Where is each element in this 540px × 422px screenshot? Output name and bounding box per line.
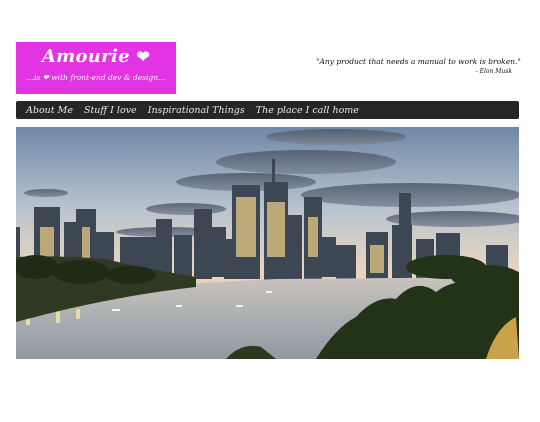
nav-item-place-i-call-home[interactable]: The place I call home	[256, 105, 359, 116]
quote-author: - Elon Musk	[475, 68, 512, 75]
site-logo[interactable]: Amourie ❤ ...is ❤ with front-end dev & d…	[16, 42, 176, 94]
quote-text: "Any product that needs a manual to work…	[316, 57, 521, 66]
nav-item-about-me[interactable]: About Me	[26, 105, 73, 116]
heart-icon: ❤	[136, 47, 151, 66]
logo-tagline: ...is ❤ with front-end dev & design...	[26, 73, 166, 82]
main-nav: About Me Stuff I love Inspirational Thin…	[16, 101, 519, 119]
nav-item-inspirational-things[interactable]: Inspirational Things	[148, 105, 245, 116]
hero-image	[16, 127, 519, 359]
header-quote: "Any product that needs a manual to work…	[316, 57, 521, 76]
logo-title: Amourie	[41, 46, 130, 67]
nav-item-stuff-i-love[interactable]: Stuff I love	[84, 105, 137, 116]
logo-title-row: Amourie ❤	[16, 47, 176, 67]
